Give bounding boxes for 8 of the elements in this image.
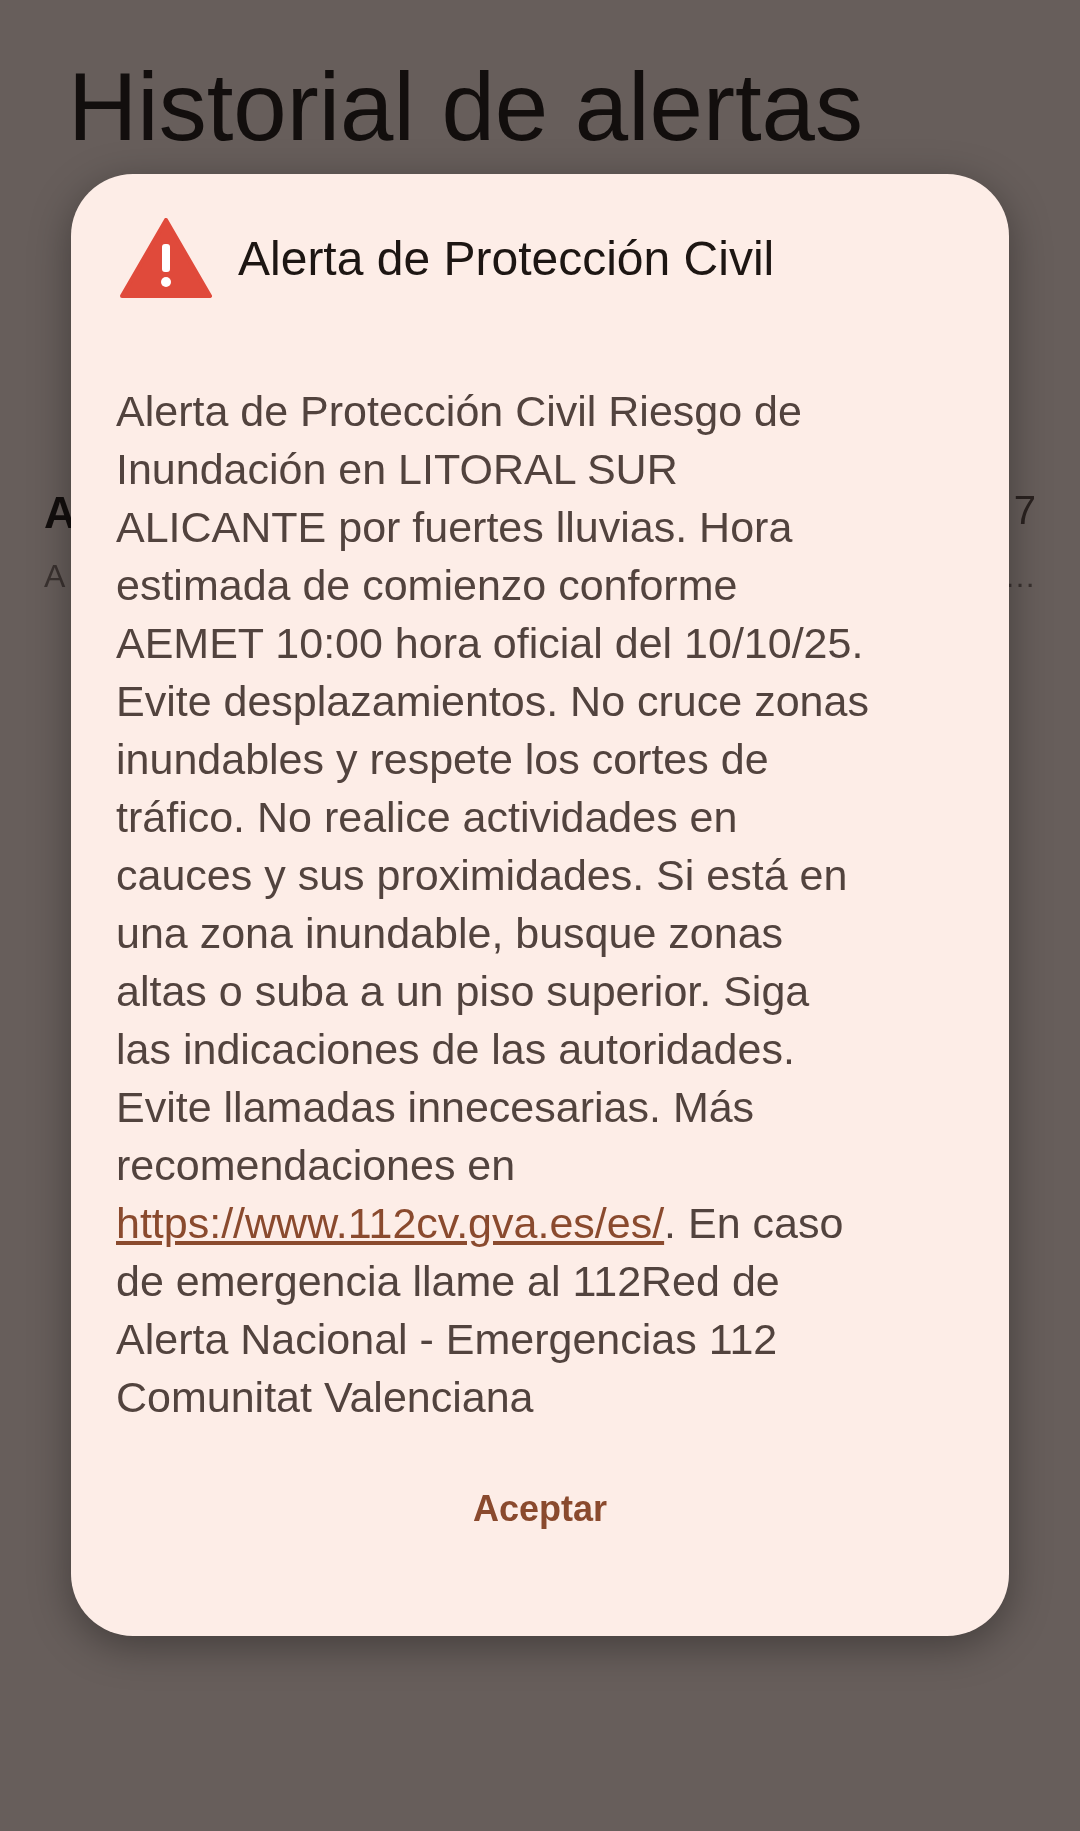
accept-button[interactable]: Aceptar [448, 1478, 632, 1540]
dialog-title: Alerta de Protección Civil [238, 230, 775, 286]
website-link[interactable]: https://www.112cv.gva.es/es/ [116, 1199, 665, 1247]
alert-message: Alerta de Protección Civil Riesgo de Inundación en LITORAL SUR ALICANTE por fuertes lluvias. Hora estimada de comienzo conforme AEMET 10:00 hora oficial del 10/10/25. Evite desplazamientos. No cruce zonas inundables y respete los cortes de tráfico. No realice actividades en cauces y sus proximidades. Si está en una zona inundable, busque zonas altas o suba a un piso superior. Siga las indicaciones de las autoridades. Evite llamadas innecesarias. Más recomendaciones en https://www.112cv.gva.es/es/. En caso de emergencia llame al 112Red de Alerta Nacional - Emergencias 112 Comunitat Valenciana [116, 386, 870, 1423]
warning-icon [120, 218, 212, 298]
alert-time: 7 [1013, 488, 1036, 534]
page-title: Historial de alertas [67, 52, 864, 162]
alert-title: A [44, 488, 76, 538]
